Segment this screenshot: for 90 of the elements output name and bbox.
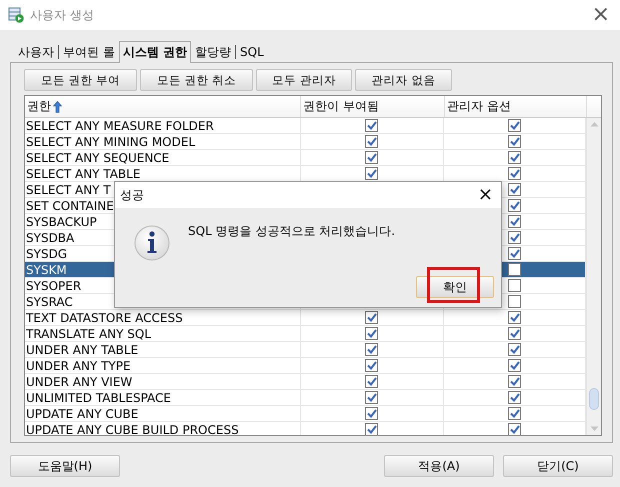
close-button[interactable]: 닫기(C)	[503, 455, 613, 477]
granted-checkbox[interactable]	[365, 151, 378, 164]
granted-checkbox[interactable]	[365, 343, 378, 356]
granted-checkbox[interactable]	[365, 423, 378, 435]
table-row[interactable]: SELECT ANY SEQUENCE	[25, 150, 586, 166]
privilege-name: SET CONTAINE	[26, 198, 114, 212]
granted-checkbox[interactable]	[365, 359, 378, 372]
table-row[interactable]: UNLIMITED TABLESPACE	[25, 390, 586, 406]
column-header[interactable]: 관리자 옵션	[445, 96, 587, 117]
ok-button[interactable]: 확인	[416, 276, 494, 298]
admin-checkbox[interactable]	[508, 199, 522, 212]
column-header[interactable]: 권한이 부여됨	[301, 96, 445, 117]
tab[interactable]: 할당량	[191, 41, 236, 62]
privilege-name: SELECT ANY SEQUENCE	[26, 150, 170, 164]
granted-checkbox[interactable]	[365, 327, 378, 340]
privilege-name: SYSBACKUP	[26, 214, 97, 228]
scrollbar[interactable]	[586, 118, 601, 435]
admin-checkbox[interactable]	[508, 407, 522, 420]
privilege-name: UNDER ANY TABLE	[26, 342, 138, 356]
admin-checkbox[interactable]	[508, 135, 522, 148]
toolbar-button[interactable]: 모든 권한 취소	[140, 69, 253, 91]
granted-checkbox[interactable]	[365, 375, 378, 388]
privilege-name: TEXT DATASTORE ACCESS	[26, 310, 183, 324]
granted-checkbox[interactable]	[365, 167, 378, 180]
info-icon	[133, 224, 171, 262]
admin-checkbox[interactable]	[508, 119, 522, 132]
table-row[interactable]: UNDER ANY VIEW	[25, 374, 586, 390]
admin-checkbox[interactable]	[508, 279, 522, 292]
sort-ascending-icon	[53, 100, 62, 112]
table-row[interactable]: UPDATE ANY CUBE	[25, 406, 586, 422]
admin-checkbox[interactable]	[508, 311, 522, 324]
granted-checkbox[interactable]	[365, 135, 378, 148]
privilege-name: SYSKM	[26, 262, 67, 276]
granted-checkbox[interactable]	[365, 391, 378, 404]
toolbar-button[interactable]: 모든 권한 부여	[24, 69, 137, 91]
admin-checkbox[interactable]	[508, 151, 522, 164]
tab[interactable]: 사용자	[14, 41, 58, 62]
column-header[interactable]: 권한	[25, 96, 301, 117]
admin-checkbox[interactable]	[508, 231, 522, 244]
privilege-name: SYSDBA	[26, 230, 74, 244]
scrollbar-thumb[interactable]	[589, 388, 599, 410]
toolbar-button[interactable]: 관리자 없음	[355, 69, 452, 91]
admin-checkbox[interactable]	[508, 215, 522, 228]
admin-checkbox[interactable]	[508, 247, 522, 260]
admin-checkbox[interactable]	[508, 423, 522, 435]
privilege-name: SELECT ANY MINING MODEL	[26, 134, 196, 148]
privilege-name: UNDER ANY VIEW	[26, 374, 132, 388]
window-title: 사용자 생성	[30, 6, 95, 24]
privilege-name: TRANSLATE ANY SQL	[26, 326, 152, 340]
toolbar-button[interactable]: 모두 관리자	[256, 69, 352, 91]
admin-checkbox[interactable]	[508, 327, 522, 340]
table-row[interactable]: UPDATE ANY CUBE BUILD PROCESS	[25, 422, 586, 435]
dialog-message: SQL 명령을 성공적으로 처리했습니다.	[188, 223, 396, 240]
tab[interactable]: 시스템 권한	[118, 41, 192, 63]
table-row[interactable]: SELECT ANY MINING MODEL	[25, 134, 586, 150]
tab[interactable]: 부여된 롤	[59, 41, 119, 62]
dialog-title: 성공	[120, 186, 144, 204]
privilege-name: UNLIMITED TABLESPACE	[26, 390, 171, 404]
highlight-frame	[427, 267, 480, 303]
close-button[interactable]: ×	[476, 186, 495, 204]
privilege-name: SELECT ANY MEASURE FOLDER	[26, 118, 214, 132]
granted-checkbox[interactable]	[365, 119, 378, 132]
tab[interactable]: SQL	[236, 41, 268, 62]
admin-checkbox[interactable]	[508, 375, 522, 388]
table-row[interactable]: TRANSLATE ANY SQL	[25, 326, 586, 342]
privilege-name: SYSDG	[26, 246, 68, 260]
close-button[interactable]: ×	[588, 4, 614, 26]
apply-button[interactable]: 적용(A)	[384, 455, 494, 477]
admin-checkbox[interactable]	[508, 263, 522, 276]
privilege-name: UPDATE ANY CUBE BUILD PROCESS	[26, 422, 239, 435]
admin-checkbox[interactable]	[508, 167, 522, 180]
privilege-name: SYSRAC	[26, 294, 73, 308]
table-row[interactable]: UNDER ANY TYPE	[25, 358, 586, 374]
table-row[interactable]: SELECT ANY MEASURE FOLDER	[25, 118, 586, 134]
privilege-name: SYSOPER	[26, 278, 82, 292]
privilege-name: UNDER ANY TYPE	[26, 358, 131, 372]
table-row[interactable]: UNDER ANY TABLE	[25, 342, 586, 358]
app-icon	[8, 7, 24, 23]
admin-checkbox[interactable]	[508, 295, 522, 308]
granted-checkbox[interactable]	[365, 311, 378, 324]
admin-checkbox[interactable]	[508, 343, 522, 356]
privilege-name: SELECT ANY T	[26, 182, 111, 196]
admin-checkbox[interactable]	[508, 183, 522, 196]
help-button[interactable]: 도움말(H)	[10, 455, 120, 477]
admin-checkbox[interactable]	[508, 391, 522, 404]
table-row[interactable]: TEXT DATASTORE ACCESS	[25, 310, 586, 326]
granted-checkbox[interactable]	[365, 407, 378, 420]
privilege-name: UPDATE ANY CUBE	[26, 406, 138, 420]
admin-checkbox[interactable]	[508, 359, 522, 372]
privilege-name: SELECT ANY TABLE	[26, 166, 140, 180]
